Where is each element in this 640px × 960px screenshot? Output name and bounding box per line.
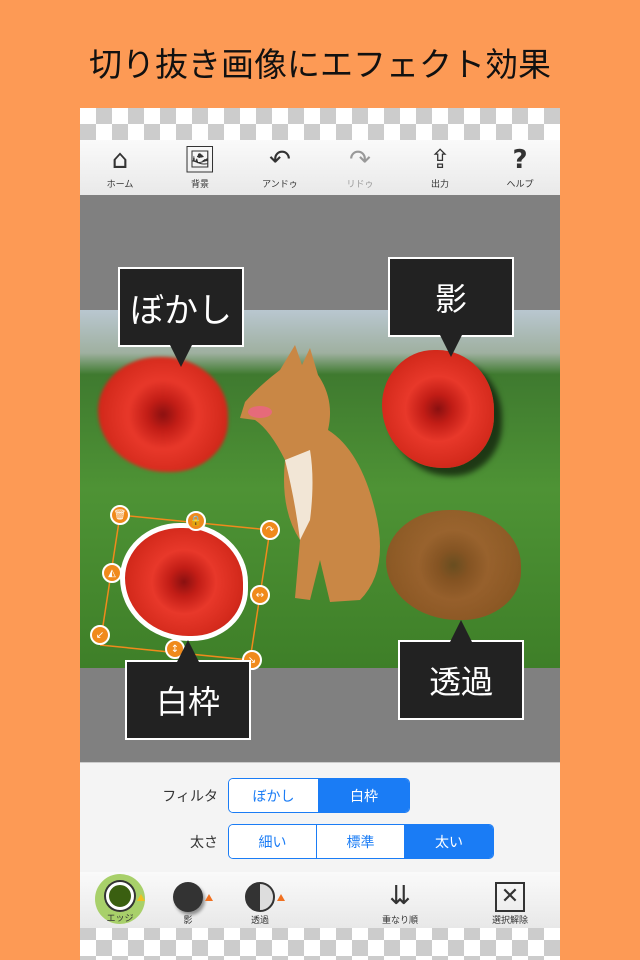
export-label: 出力 bbox=[430, 180, 449, 190]
headline: 切り抜き画像にエフェクト効果 bbox=[89, 45, 551, 84]
edge-icon bbox=[106, 882, 134, 910]
editing-canvas[interactable]: 🗑 🔒 ↷ ◭ ↔ ↙ ↕ ↘ ぼかし 影 白枠 透過 bbox=[80, 195, 560, 762]
close-box-icon: ✕ bbox=[495, 882, 525, 912]
filter-option-white-border[interactable]: 白枠 bbox=[319, 779, 409, 812]
resize-corner-handle[interactable]: ↙ bbox=[90, 625, 110, 645]
export-button[interactable]: ⇪ 出力 bbox=[405, 145, 475, 190]
image-icon: 🖼 bbox=[183, 145, 217, 175]
home-button[interactable]: ⌂ ホーム bbox=[85, 145, 155, 190]
width-segmented-control: 細い 標準 太い bbox=[228, 824, 494, 859]
delete-handle[interactable]: 🗑 bbox=[110, 505, 130, 525]
width-option-standard[interactable]: 標準 bbox=[317, 825, 405, 858]
redo-button[interactable]: ↷ リドゥ bbox=[325, 145, 395, 190]
filter-panel: フィルタ ぼかし 白枠 太さ 細い 標準 太い bbox=[80, 762, 560, 872]
shadow-button[interactable]: 影 bbox=[158, 872, 218, 926]
app-screen: ⌂ ホーム 🖼 背景 ↶ アンドゥ ↷ リドゥ ⇪ 出力 ? ヘルプ 🗑 🔒 ↷ ◭ ↔ ↙… bbox=[80, 108, 560, 960]
callout-shadow: 影 bbox=[388, 257, 514, 357]
redo-icon: ↷ bbox=[349, 145, 371, 175]
callout-transparency: 透過 bbox=[398, 620, 524, 720]
flip-handle[interactable]: ◭ bbox=[102, 563, 122, 583]
help-label: ヘルプ bbox=[506, 180, 534, 190]
home-icon: ⌂ bbox=[111, 145, 129, 175]
redo-label: リドゥ bbox=[346, 180, 374, 190]
width-label: 太さ bbox=[190, 834, 218, 851]
deselect-label: 選択解除 bbox=[491, 916, 528, 926]
callout-white-border: 白枠 bbox=[125, 640, 251, 740]
filter-segmented-control: ぼかし 白枠 bbox=[228, 778, 410, 813]
background-button[interactable]: 🖼 背景 bbox=[165, 145, 235, 190]
filter-option-blur[interactable]: ぼかし bbox=[229, 779, 319, 812]
resize-horizontal-handle[interactable]: ↔ bbox=[250, 585, 270, 605]
top-toolbar: ⌂ ホーム 🖼 背景 ↶ アンドゥ ↷ リドゥ ⇪ 出力 ? ヘルプ bbox=[80, 140, 560, 195]
edge-button[interactable]: エッジ bbox=[90, 872, 150, 924]
help-icon: ? bbox=[512, 145, 528, 175]
deselect-button[interactable]: ✕ 選択解除 bbox=[480, 872, 540, 926]
undo-label: アンドゥ bbox=[262, 180, 298, 190]
rotate-handle[interactable]: ↷ bbox=[260, 520, 280, 540]
transparency-button[interactable]: 透過 bbox=[230, 872, 290, 926]
home-label: ホーム bbox=[106, 180, 134, 190]
width-option-thin[interactable]: 細い bbox=[229, 825, 317, 858]
bottom-toolbar: エッジ 影 透過 ⇊ 重なり順 ✕ 選択解除 bbox=[80, 872, 560, 928]
edge-label: エッジ bbox=[106, 914, 134, 924]
layer-order-label: 重なり順 bbox=[381, 916, 418, 926]
shadow-label: 影 bbox=[183, 916, 193, 926]
background-label: 背景 bbox=[190, 180, 209, 190]
shadow-icon bbox=[173, 882, 203, 912]
undo-button[interactable]: ↶ アンドゥ bbox=[245, 145, 315, 190]
callout-blur: ぼかし bbox=[118, 267, 244, 367]
transparency-label: 透過 bbox=[250, 916, 269, 926]
transparency-icon bbox=[245, 882, 275, 912]
layer-order-button[interactable]: ⇊ 重なり順 bbox=[370, 872, 430, 926]
share-icon: ⇪ bbox=[429, 145, 451, 175]
width-option-thick[interactable]: 太い bbox=[405, 825, 493, 858]
layers-icon: ⇊ bbox=[389, 881, 411, 911]
undo-icon: ↶ bbox=[269, 145, 291, 175]
lock-handle[interactable]: 🔒 bbox=[186, 511, 206, 531]
filter-label: フィルタ bbox=[162, 788, 218, 805]
help-button[interactable]: ? ヘルプ bbox=[485, 145, 555, 190]
